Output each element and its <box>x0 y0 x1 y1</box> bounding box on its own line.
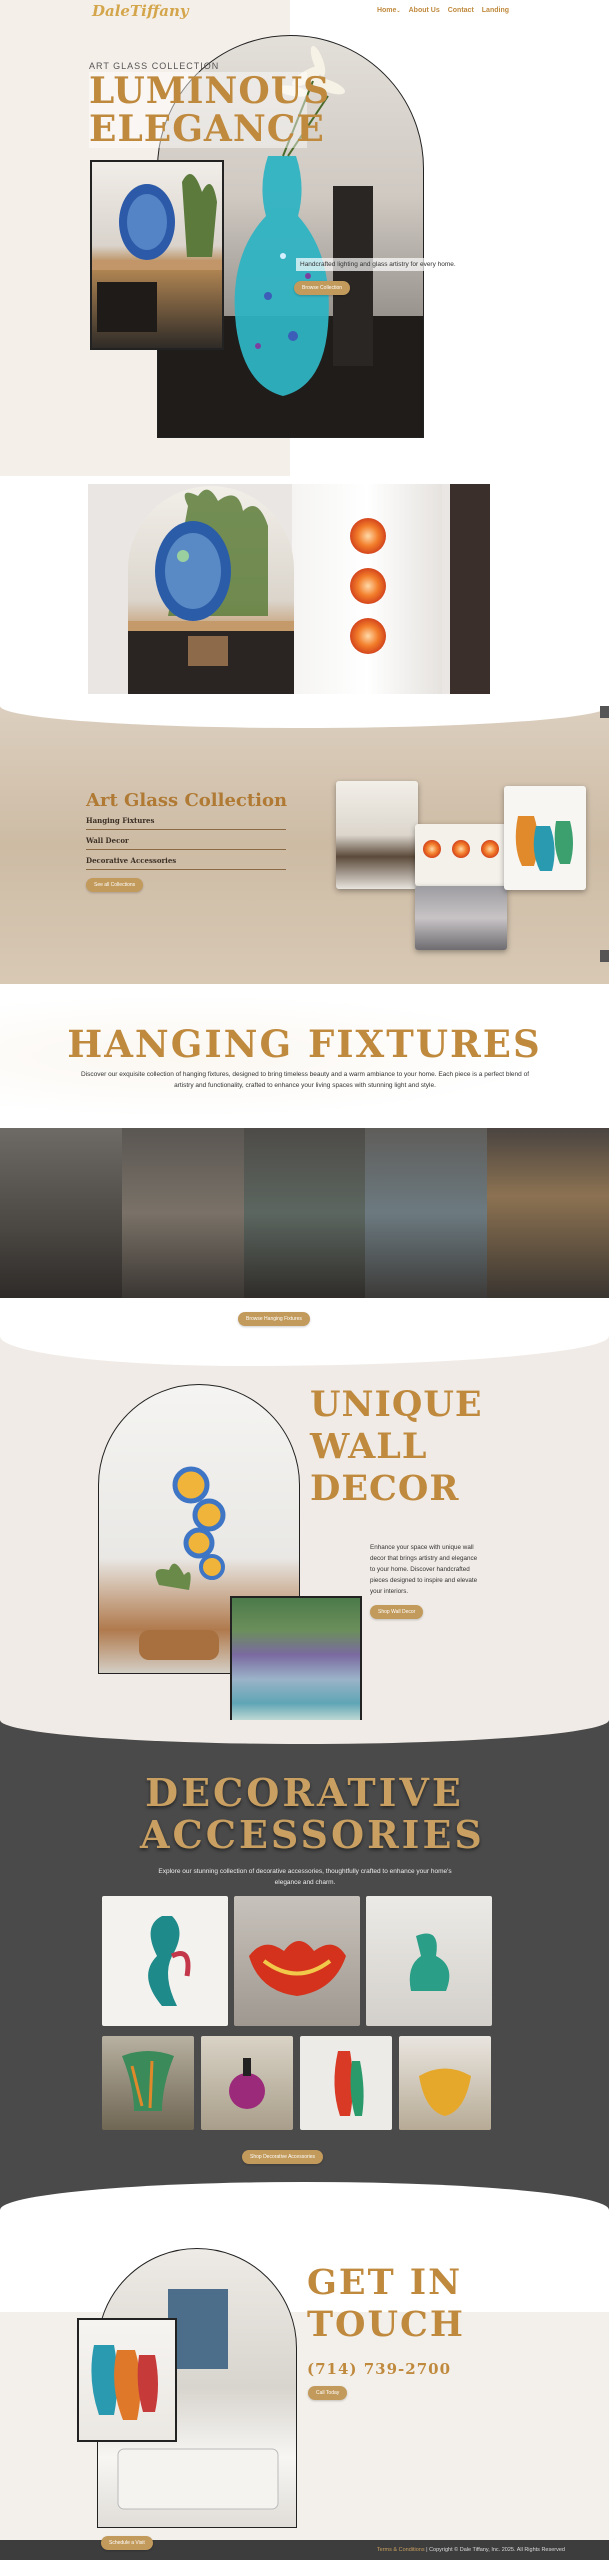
nav-home-label: Home <box>376 7 397 14</box>
dark-panel <box>450 484 490 694</box>
browse-collection-button[interactable]: Browse Collection <box>294 281 351 295</box>
nav-contact[interactable]: Contact <box>448 7 474 14</box>
site-header: DaleTiffany Home⌄ About Us Contact Landi… <box>0 0 609 24</box>
window-image <box>292 484 442 694</box>
hero-secondary-image <box>90 160 224 350</box>
hero-tagline: Handcrafted lighting and glass artistry … <box>296 258 492 271</box>
product-tile-1[interactable] <box>102 1896 228 2026</box>
decorative-description: Explore our stunning collection of decor… <box>158 1868 452 1886</box>
product-tile-4[interactable] <box>102 2036 194 2130</box>
living-room-photo <box>415 886 507 950</box>
wall-decor-title: UNIQUE WALL DECOR <box>310 1384 483 1509</box>
arch-vase-image <box>128 486 294 694</box>
collection-section: Art Glass Collection Hanging Fixtures Wa… <box>0 706 609 984</box>
product-tile-3[interactable] <box>366 1896 492 2026</box>
strip-photo-3 <box>243 1128 366 1298</box>
hanging-description: Discover our exquisite collection of han… <box>80 1071 530 1089</box>
strip-photo-4 <box>365 1128 488 1298</box>
hanging-title: HANGING FIXTURES <box>67 1022 542 1066</box>
logo[interactable]: DaleTiffany <box>92 2 189 20</box>
curved-divider <box>0 2182 609 2210</box>
main-nav: Home⌄ About Us Contact Landing <box>377 7 509 14</box>
product-tile-2[interactable] <box>234 1896 360 2026</box>
strip-photo-2 <box>121 1128 244 1298</box>
strip-photo-5 <box>487 1128 609 1298</box>
hanging-fixture-photo <box>336 781 418 889</box>
feature-images-section <box>0 476 609 706</box>
wall-decor-description: Enhance your space with unique wall deco… <box>370 1544 478 1595</box>
browse-hanging-fixtures-button[interactable]: Browse Hanging Fixtures <box>238 1312 310 1326</box>
shop-wall-decor-button[interactable]: Shop Wall Decor <box>370 1605 424 1619</box>
collection-title: Art Glass Collection <box>86 790 288 811</box>
copyright-text: | Copyright © Dale Tiffany, Inc. 2025. A… <box>424 2547 565 2553</box>
terms-link[interactable]: Terms & Conditions <box>377 2547 425 2553</box>
hanging-photo-strip <box>0 1128 609 1298</box>
decorative-title: DECORATIVE ACCESSORIES <box>140 1770 485 1857</box>
hero-title: LUMINOUS ELEGANCE <box>89 70 331 150</box>
phone-number[interactable]: (714) 739-2700 <box>307 2360 451 2378</box>
contact-title: GET IN TOUCH <box>307 2262 465 2345</box>
hanging-fixtures-section: HANGING FIXTURES Discover our exquisite … <box>0 984 609 1336</box>
see-all-collections-button[interactable]: See all Collections <box>86 878 144 892</box>
product-tile-5[interactable] <box>201 2036 293 2130</box>
wall-decor-photo <box>415 824 507 886</box>
side-tab-bottom[interactable] <box>600 950 609 962</box>
contact-section <box>0 2210 609 2540</box>
curved-divider <box>0 706 609 728</box>
nav-landing[interactable]: Landing <box>482 7 509 14</box>
schedule-visit-button[interactable]: Schedule a Visit <box>101 2536 153 2550</box>
contact-vase-image <box>77 2318 177 2442</box>
nav-home[interactable]: Home⌄ <box>377 7 401 14</box>
curved-divider <box>0 1336 609 1366</box>
chevron-down-icon: ⌄ <box>396 8 401 14</box>
product-tile-7[interactable] <box>399 2036 491 2130</box>
site-footer: Terms & Conditions | Copyright © Dale Ti… <box>0 2540 609 2560</box>
collection-item-hanging[interactable]: Hanging Fixtures <box>86 816 286 830</box>
strip-photo-1 <box>0 1128 122 1298</box>
nav-about-us[interactable]: About Us <box>409 7 440 14</box>
shop-decorative-accessories-button[interactable]: Shop Decorative Accessories <box>242 2150 324 2164</box>
call-today-button[interactable]: Call Today <box>308 2386 348 2400</box>
product-tile-6[interactable] <box>300 2036 392 2130</box>
wall-decor-section <box>0 1336 609 1762</box>
collection-item-wall[interactable]: Wall Decor <box>86 836 286 850</box>
side-tab-top[interactable] <box>600 706 609 718</box>
hero-section: ART GLASS COLLECTION LUMINOUS ELEGANCE H… <box>0 0 609 476</box>
collection-item-decorative[interactable]: Decorative Accessories <box>86 856 286 870</box>
decorative-accessories-section: DECORATIVE ACCESSORIES Explore our stunn… <box>0 1720 609 2210</box>
curved-divider <box>0 1720 609 1744</box>
decorative-vases-photo <box>504 786 586 890</box>
